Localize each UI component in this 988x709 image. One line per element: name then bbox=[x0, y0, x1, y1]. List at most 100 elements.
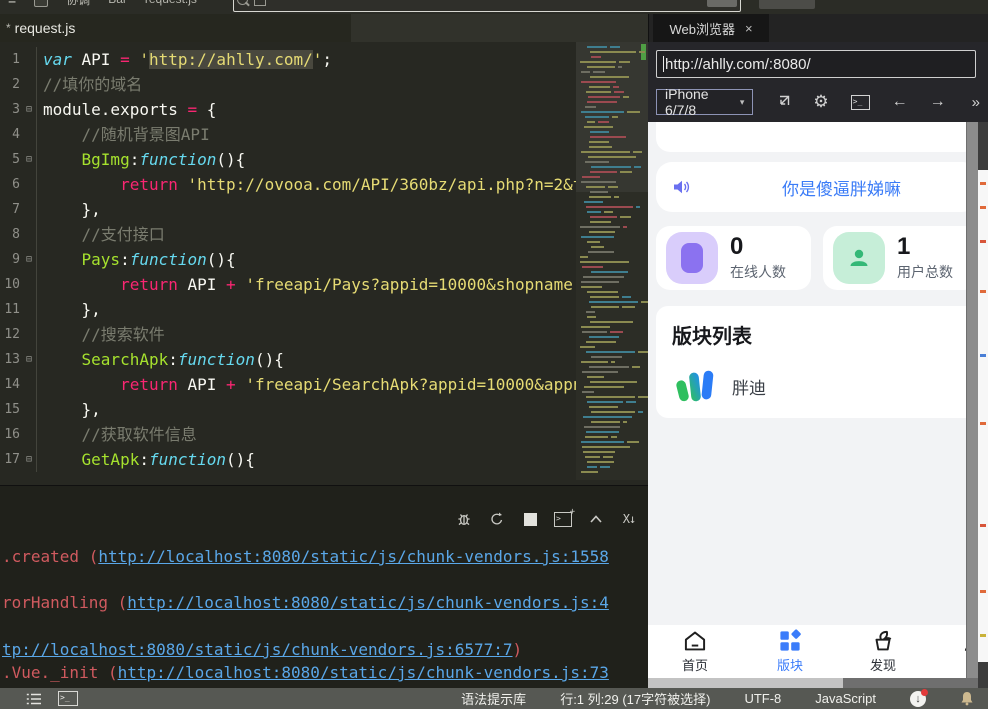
stack-trace-link[interactable]: tp://localhost:8080/static/js/chunk-vend… bbox=[2, 640, 513, 659]
code-line: 3⊟module.exports = { bbox=[0, 97, 576, 122]
device-toolbar: iPhone 6/7/8 ▾ ⚙ >_ ← → » bbox=[656, 88, 980, 116]
nav-discover[interactable]: 发现 bbox=[855, 629, 911, 674]
modified-indicator: * bbox=[6, 21, 11, 35]
stat-value: 1 bbox=[897, 234, 953, 260]
banner-card bbox=[656, 122, 978, 152]
file-filter-icon bbox=[254, 0, 266, 6]
horizontal-scrollbar[interactable] bbox=[648, 678, 988, 688]
code-editor[interactable]: 1var API = 'http://ahlly.com/';2//填你的域名3… bbox=[0, 42, 648, 485]
stack-trace-link[interactable]: http://localhost:8080/static/js/chunk-ve… bbox=[118, 663, 609, 682]
code-line: 11 }, bbox=[0, 297, 576, 322]
console-output: .created (http://localhost:8080/static/j… bbox=[2, 546, 648, 684]
menu-icon[interactable]: ≡ bbox=[8, 0, 16, 7]
console-panel: >+ X↓ .created (http://localhost:8080/st… bbox=[0, 485, 648, 689]
text-caret bbox=[663, 56, 664, 72]
tab-bar: 首页 版块 发现 我 bbox=[648, 625, 978, 678]
code-line: 12 //搜索软件 bbox=[0, 322, 576, 347]
language-mode[interactable]: JavaScript bbox=[815, 691, 876, 706]
board-name: 胖迪 bbox=[732, 374, 766, 399]
code-lines: 1var API = 'http://ahlly.com/';2//填你的域名3… bbox=[0, 47, 576, 485]
editor-tab-bar: * request.js bbox=[0, 14, 648, 42]
app-preview: 你是傻逼胖娣嘛 0 在线人数 1 用户总数 版块列表 bbox=[648, 122, 988, 688]
stat-label: 在线人数 bbox=[730, 262, 786, 282]
console-toolbar: >+ X↓ bbox=[455, 510, 638, 528]
edge-annotation-strip bbox=[978, 122, 988, 688]
tab-web-browser[interactable]: Web浏览器 × bbox=[653, 14, 769, 42]
nav-label: 版块 bbox=[777, 655, 803, 674]
total-users-card[interactable]: 1 用户总数 bbox=[823, 226, 978, 290]
outline-icon[interactable] bbox=[26, 693, 42, 705]
code-line: 15 }, bbox=[0, 397, 576, 422]
collapse-icon[interactable] bbox=[587, 510, 605, 528]
minimap[interactable] bbox=[576, 42, 648, 480]
user-icon bbox=[833, 232, 885, 284]
stats-row: 0 在线人数 1 用户总数 bbox=[656, 226, 978, 290]
search-input[interactable] bbox=[233, 0, 741, 12]
ide-window: ≡ 协调 Bar request.js * request.js Web浏览器 … bbox=[0, 0, 988, 709]
stack-trace-link[interactable]: http://localhost:8080/static/js/chunk-ve… bbox=[98, 547, 609, 566]
stat-label: 用户总数 bbox=[897, 262, 953, 282]
close-icon[interactable]: × bbox=[745, 21, 753, 36]
stop-icon[interactable] bbox=[521, 510, 539, 528]
section-title: 版块列表 bbox=[672, 320, 962, 349]
code-line: 2//填你的域名 bbox=[0, 72, 576, 97]
open-external-icon[interactable] bbox=[775, 94, 791, 110]
code-line: 4 //随机背景图API bbox=[0, 122, 576, 147]
search-icon bbox=[237, 0, 248, 5]
notice-text: 你是傻逼胖娣嘛 bbox=[782, 175, 901, 200]
nav-label: 发现 bbox=[870, 655, 896, 674]
search-inner-button[interactable] bbox=[707, 0, 737, 7]
syntax-lib-status[interactable]: 语法提示库 bbox=[461, 689, 526, 708]
code-line: 1var API = 'http://ahlly.com/'; bbox=[0, 47, 576, 72]
forward-icon[interactable]: → bbox=[930, 93, 946, 111]
scrollbar-thumb[interactable] bbox=[843, 678, 988, 688]
board-list-card: 版块列表 胖迪 bbox=[656, 306, 978, 418]
board-item[interactable]: 胖迪 bbox=[672, 363, 962, 409]
nav-boards[interactable]: 版块 bbox=[762, 629, 818, 674]
tab-label: Web浏览器 bbox=[669, 19, 735, 38]
code-line: 6 return 'http://ovooa.com/API/360bz/api… bbox=[0, 172, 576, 197]
chevron-down-icon: ▾ bbox=[740, 97, 745, 108]
device-label: iPhone 6/7/8 bbox=[665, 86, 740, 118]
encoding-status[interactable]: UTF-8 bbox=[744, 691, 781, 706]
toolbar-item[interactable]: 协调 bbox=[66, 0, 90, 8]
online-users-card[interactable]: 0 在线人数 bbox=[656, 226, 811, 290]
back-icon[interactable]: ← bbox=[892, 93, 908, 111]
gear-icon[interactable]: ⚙ bbox=[813, 92, 828, 112]
console-line: .Vue._init (http://localhost:8080/static… bbox=[2, 662, 648, 684]
code-line: 13⊟ SearchApk:function(){ bbox=[0, 347, 576, 372]
code-line: 7 }, bbox=[0, 197, 576, 222]
update-icon[interactable]: ↓ bbox=[910, 691, 926, 707]
console-line: tp://localhost:8080/static/js/chunk-vend… bbox=[2, 639, 648, 661]
url-text: http://ahlly.com/:8080/ bbox=[665, 56, 811, 73]
clear-icon[interactable]: X↓ bbox=[620, 510, 638, 528]
code-line: 9⊟ Pays:function(){ bbox=[0, 247, 576, 272]
speaker-icon bbox=[672, 178, 692, 196]
code-line: 16 //获取软件信息 bbox=[0, 422, 576, 447]
cursor-position[interactable]: 行:1 列:29 (17字符被选择) bbox=[560, 689, 710, 708]
nav-home[interactable]: 首页 bbox=[667, 629, 723, 674]
bug-icon[interactable] bbox=[455, 510, 473, 528]
top-toolbar: ≡ 协调 Bar request.js bbox=[0, 0, 988, 14]
search-button[interactable] bbox=[759, 0, 815, 9]
code-line: 8 //支付接口 bbox=[0, 222, 576, 247]
more-tools-icon[interactable]: » bbox=[972, 94, 980, 111]
console-line: .created (http://localhost:8080/static/j… bbox=[2, 546, 648, 568]
status-bar: >_ 语法提示库 行:1 列:29 (17字符被选择) UTF-8 JavaSc… bbox=[0, 688, 988, 709]
code-line: 5⊟ BgImg:function(){ bbox=[0, 147, 576, 172]
code-line: 14 return API + 'freeapi/SearchApk?appid… bbox=[0, 372, 576, 397]
phone-icon bbox=[666, 232, 718, 284]
toolbar-item[interactable]: Bar bbox=[108, 0, 127, 6]
url-input[interactable]: http://ahlly.com/:8080/ bbox=[656, 50, 976, 78]
console-terminal-icon[interactable]: >_ bbox=[851, 95, 870, 110]
toolbar-item[interactable]: request.js bbox=[145, 0, 197, 6]
device-select[interactable]: iPhone 6/7/8 ▾ bbox=[656, 89, 753, 115]
tab-request-js[interactable]: * request.js bbox=[0, 14, 351, 42]
terminal-icon[interactable]: >_ bbox=[58, 691, 78, 706]
notice-banner[interactable]: 你是傻逼胖娣嘛 bbox=[656, 162, 978, 212]
bell-icon[interactable] bbox=[960, 691, 974, 706]
board-logo bbox=[672, 363, 718, 409]
stack-trace-link[interactable]: http://localhost:8080/static/js/chunk-ve… bbox=[127, 593, 609, 612]
restart-icon[interactable] bbox=[488, 510, 506, 528]
new-terminal-icon[interactable]: >+ bbox=[554, 510, 572, 528]
